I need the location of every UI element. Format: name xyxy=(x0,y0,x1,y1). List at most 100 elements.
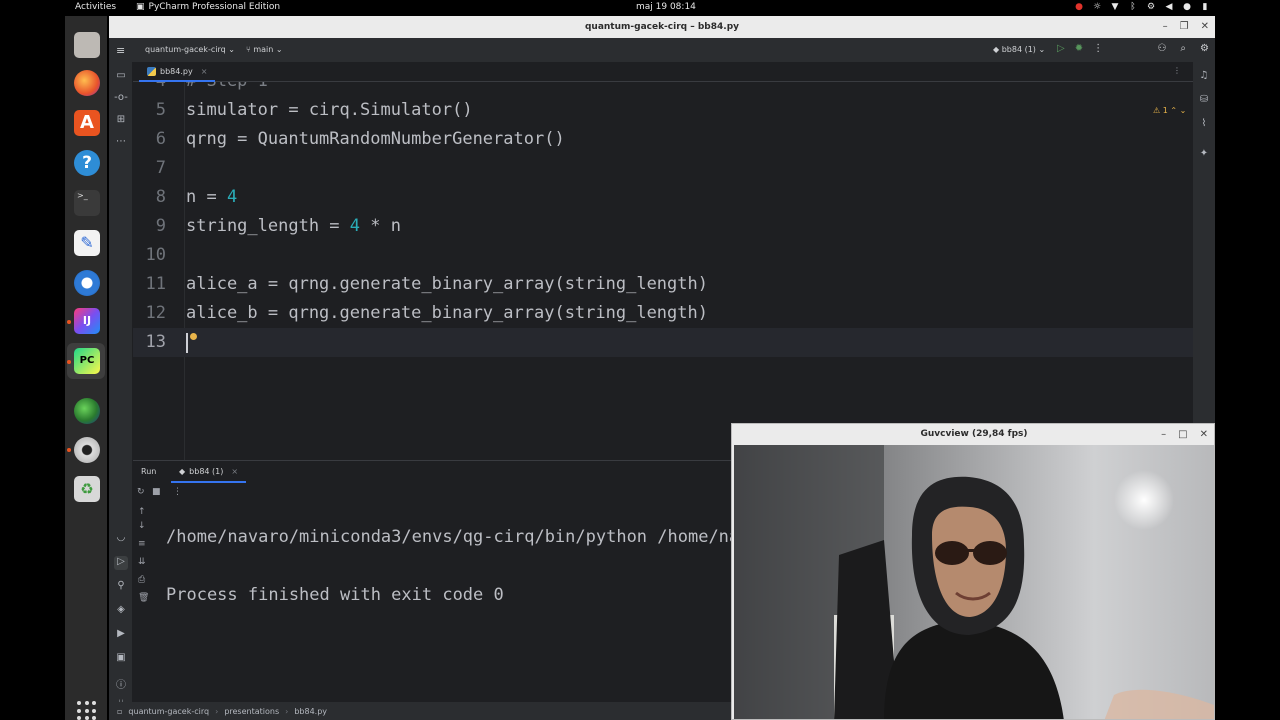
maximize-icon[interactable]: □ xyxy=(1178,424,1187,445)
tab-options-icon[interactable]: ⋮ xyxy=(1173,66,1181,75)
warning-indicator[interactable]: ⚠ 1 ⌃ ⌄ xyxy=(1153,106,1186,115)
code-line[interactable]: 5 simulator = cirq.Simulator() xyxy=(133,96,1193,125)
python-console-icon[interactable]: ▶ xyxy=(114,628,128,642)
record-icon[interactable]: ● xyxy=(1074,2,1084,12)
code-line[interactable]: 7 xyxy=(133,154,1193,183)
code-line-partial[interactable]: 4 # Step 1 xyxy=(133,82,1193,96)
app-menu[interactable]: ▣ PyCharm Professional Edition xyxy=(136,2,280,12)
window-titlebar[interactable]: quantum-gacek-cirq – bb84.py – ❐ ✕ xyxy=(109,16,1215,38)
run-tab-bb84[interactable]: ◆ bb84 (1) × xyxy=(171,461,247,483)
activities-button[interactable]: Activities xyxy=(75,2,116,12)
line-number: 4 xyxy=(133,82,166,96)
main-menu-icon[interactable]: ≡ xyxy=(116,44,125,57)
intellij-icon[interactable]: IJ xyxy=(74,308,100,334)
run-icon[interactable]: ▷ xyxy=(1057,43,1065,54)
ai-assistant-icon[interactable]: ✦ xyxy=(1197,148,1211,162)
app-center-icon[interactable]: A xyxy=(74,110,100,136)
app-menu-label: PyCharm Professional Edition xyxy=(148,2,281,12)
clear-console-icon[interactable]: 🗑 xyxy=(138,593,149,603)
commit-tool-icon[interactable]: -o- xyxy=(114,92,128,106)
accessibility-icon[interactable]: ⚙ xyxy=(1146,2,1156,12)
webcam-video xyxy=(734,445,1214,719)
more-actions-icon[interactable]: ⋮ xyxy=(1093,43,1103,54)
code-line[interactable]: 8 n = 4 xyxy=(133,183,1193,212)
globe-app-icon[interactable] xyxy=(74,398,100,424)
terminal-tool-icon[interactable]: ▣ xyxy=(114,652,128,666)
microphone-icon[interactable]: ● xyxy=(1182,2,1192,12)
scroll-to-end-icon[interactable]: ⇊ xyxy=(138,557,146,567)
close-icon[interactable]: ✕ xyxy=(1200,424,1208,445)
guvcview-title[interactable]: Guvcview (29,84 fps) xyxy=(732,424,1214,445)
search-icon[interactable]: ⌕ xyxy=(1180,43,1186,54)
left-tool-strip: ▭ -o- ⊞ ⋯ ◡ ▷ ⚲ ◈ ▶ ▣ ⓘ ⑂ xyxy=(109,62,133,709)
print-icon[interactable]: ⎙ xyxy=(138,575,145,585)
warning-count: 1 xyxy=(1162,106,1168,115)
stop-icon[interactable]: ■ xyxy=(152,487,161,497)
files-icon[interactable] xyxy=(74,32,100,58)
code-editor[interactable]: 4 # Step 1 5 simulator = cirq.Simulator(… xyxy=(133,82,1193,460)
code-line[interactable]: 9 string_length = 4 * n xyxy=(133,212,1193,241)
pycharm-icon[interactable]: PC xyxy=(74,348,100,374)
terminal-icon[interactable]: >_ xyxy=(74,190,100,216)
bluetooth-icon[interactable]: ᛒ xyxy=(1128,2,1138,12)
code-line[interactable]: 11 alice_a = qrng.generate_binary_array(… xyxy=(133,270,1193,299)
add-user-icon[interactable]: ⚇ xyxy=(1157,43,1166,54)
firefox-icon[interactable] xyxy=(74,70,100,96)
minimize-icon[interactable]: – xyxy=(1163,16,1168,38)
close-icon[interactable]: ✕ xyxy=(1201,16,1209,38)
problems-icon[interactable]: ⓘ xyxy=(114,676,128,691)
clock[interactable]: maj 19 08:14 xyxy=(636,2,696,12)
main-toolbar: ≡ quantum-gacek-cirq ⌄ ⑂ main ⌄ ◆ bb84 (… xyxy=(109,38,1215,62)
text-editor-icon[interactable]: ✎ xyxy=(74,230,100,256)
code-line[interactable]: 6 qrng = QuantumRandomNumberGenerator() xyxy=(133,125,1193,154)
structure-tool-icon[interactable]: ⊞ xyxy=(114,114,128,128)
layers-icon[interactable]: ◈ xyxy=(114,604,128,618)
debug-icon[interactable]: ✹ xyxy=(1075,43,1083,54)
code-line[interactable]: 10 xyxy=(133,241,1193,270)
current-code-line[interactable]: 13 xyxy=(133,328,1193,357)
trash-icon[interactable]: ♻ xyxy=(74,476,100,502)
notifications-icon[interactable]: ♫ xyxy=(1197,70,1211,84)
services-icon[interactable]: ⚲ xyxy=(114,580,128,594)
code-text: alice_b = qrng.generate_binary_array(str… xyxy=(186,303,708,323)
help-icon[interactable]: ? xyxy=(74,150,100,176)
settings-icon[interactable]: ⚙ xyxy=(1200,43,1209,54)
console-line: /home/navaro/miniconda3/envs/qg-cirq/bin… xyxy=(166,527,791,547)
branch-selector[interactable]: ⑂ main ⌄ xyxy=(246,45,283,54)
run-tool-icon[interactable]: ▷ xyxy=(114,556,128,570)
project-tool-icon[interactable]: ▭ xyxy=(114,70,128,84)
scroll-up-icon[interactable]: ↑ xyxy=(138,507,146,517)
minimize-icon[interactable]: – xyxy=(1161,424,1166,445)
code-text: n = 4 xyxy=(186,183,237,212)
scientific-view-icon[interactable]: ⌇ xyxy=(1197,118,1211,132)
breadcrumb-file[interactable]: bb84.py xyxy=(294,707,327,716)
project-selector[interactable]: quantum-gacek-cirq ⌄ xyxy=(145,45,235,54)
line-number: 12 xyxy=(145,303,166,323)
battery-icon[interactable]: ▮ xyxy=(1200,2,1210,12)
rerun-icon[interactable]: ↻ xyxy=(137,487,145,497)
restore-icon[interactable]: ❐ xyxy=(1180,16,1189,38)
code-line[interactable]: 12 alice_b = qrng.generate_binary_array(… xyxy=(133,299,1193,328)
soft-wrap-icon[interactable]: ≡ xyxy=(138,539,146,549)
run-config-selector[interactable]: ◆ bb84 (1) ⌄ xyxy=(993,45,1045,54)
database-icon[interactable]: ⛁ xyxy=(1197,94,1211,108)
intention-bulb-icon[interactable] xyxy=(190,333,197,340)
chromium-icon[interactable] xyxy=(74,270,100,296)
python-packages-icon[interactable]: ◡ xyxy=(114,532,128,546)
close-tab-icon[interactable]: × xyxy=(201,67,208,76)
breadcrumb-folder[interactable]: presentations xyxy=(224,707,279,716)
close-run-tab-icon[interactable]: × xyxy=(231,467,238,476)
line-number: 8 xyxy=(155,187,166,207)
scroll-down-icon[interactable]: ↓ xyxy=(138,521,146,531)
volume-icon[interactable]: ◀ xyxy=(1164,2,1174,12)
run-options-icon[interactable]: ⋮ xyxy=(173,487,182,497)
show-apps-icon[interactable] xyxy=(77,701,97,720)
brightness-icon[interactable]: ☼ xyxy=(1092,2,1102,12)
system-tray[interactable]: ● ☼ ▼ ᛒ ⚙ ◀ ● ▮ xyxy=(1074,2,1210,12)
network-icon[interactable]: ▼ xyxy=(1110,2,1120,12)
run-tab-label: bb84 (1) xyxy=(189,466,224,476)
tab-bb84-py[interactable]: bb84.py × xyxy=(139,62,216,82)
webcam-app-icon[interactable] xyxy=(74,437,100,463)
breadcrumb-project[interactable]: quantum-gacek-cirq xyxy=(128,707,209,716)
more-tools-icon[interactable]: ⋯ xyxy=(114,136,128,150)
